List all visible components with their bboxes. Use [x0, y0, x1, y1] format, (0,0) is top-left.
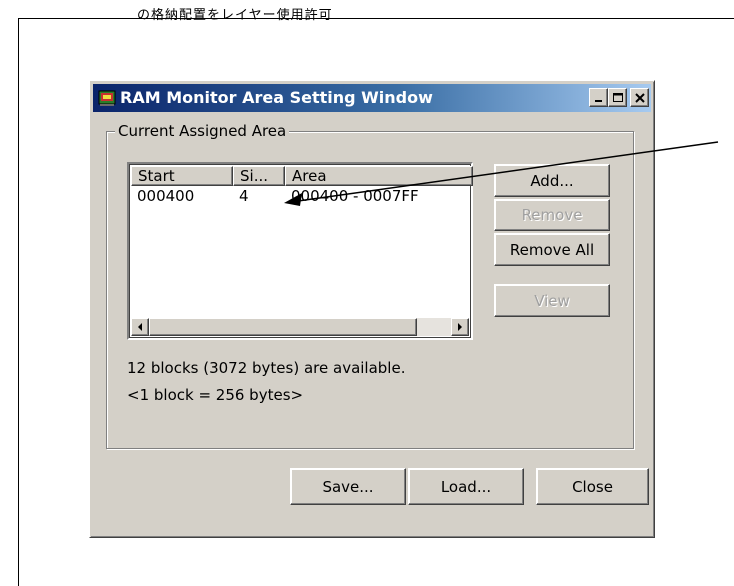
horizontal-scrollbar[interactable]	[131, 318, 469, 336]
app-icon	[98, 89, 116, 107]
save-button[interactable]: Save...	[290, 468, 406, 505]
scroll-left-button[interactable]	[131, 318, 149, 336]
window-titlebar[interactable]: RAM Monitor Area Setting Window	[93, 84, 651, 112]
group-label: Current Assigned Area	[115, 121, 290, 141]
arrow-right-icon	[458, 323, 462, 331]
scroll-thumb[interactable]	[149, 318, 417, 336]
cell-area: 000400 - 0007FF	[291, 187, 419, 205]
remove-button[interactable]: Remove	[494, 199, 610, 231]
list-header: Start Si... Area	[131, 166, 473, 186]
add-button[interactable]: Add...	[494, 164, 610, 197]
table-row[interactable]: 000400 4 000400 - 0007FF	[131, 186, 469, 206]
block-size-text: <1 block = 256 bytes>	[127, 386, 304, 404]
arrow-left-icon	[138, 323, 142, 331]
scroll-right-button[interactable]	[451, 318, 469, 336]
close-button[interactable]: Close	[536, 468, 649, 505]
column-header-area[interactable]: Area	[285, 166, 473, 186]
cell-size: 4	[239, 187, 249, 205]
assigned-area-list[interactable]: Start Si... Area 000400 4 000400 - 0007F…	[127, 162, 473, 340]
column-header-start[interactable]: Start	[131, 166, 233, 186]
ram-monitor-area-setting-window: RAM Monitor Area Setting Window Current …	[89, 80, 655, 538]
remove-all-button[interactable]: Remove All	[494, 233, 610, 266]
current-assigned-area-group: Current Assigned Area Start Si... Area 0…	[106, 121, 634, 449]
close-window-button[interactable]	[630, 88, 649, 107]
column-header-size[interactable]: Si...	[233, 166, 285, 186]
cell-start: 000400	[137, 187, 195, 205]
load-button[interactable]: Load...	[408, 468, 524, 505]
close-icon	[634, 92, 645, 103]
maximize-icon	[612, 92, 623, 102]
minimize-icon	[594, 99, 602, 102]
maximize-button[interactable]	[608, 88, 627, 107]
available-blocks-text: 12 blocks (3072 bytes) are available.	[127, 359, 406, 377]
minimize-button[interactable]	[589, 88, 608, 107]
view-button[interactable]: View	[494, 284, 610, 317]
clipped-heading-text: の格納配置をレイヤー使用許可	[137, 8, 333, 23]
window-title: RAM Monitor Area Setting Window	[120, 88, 433, 107]
